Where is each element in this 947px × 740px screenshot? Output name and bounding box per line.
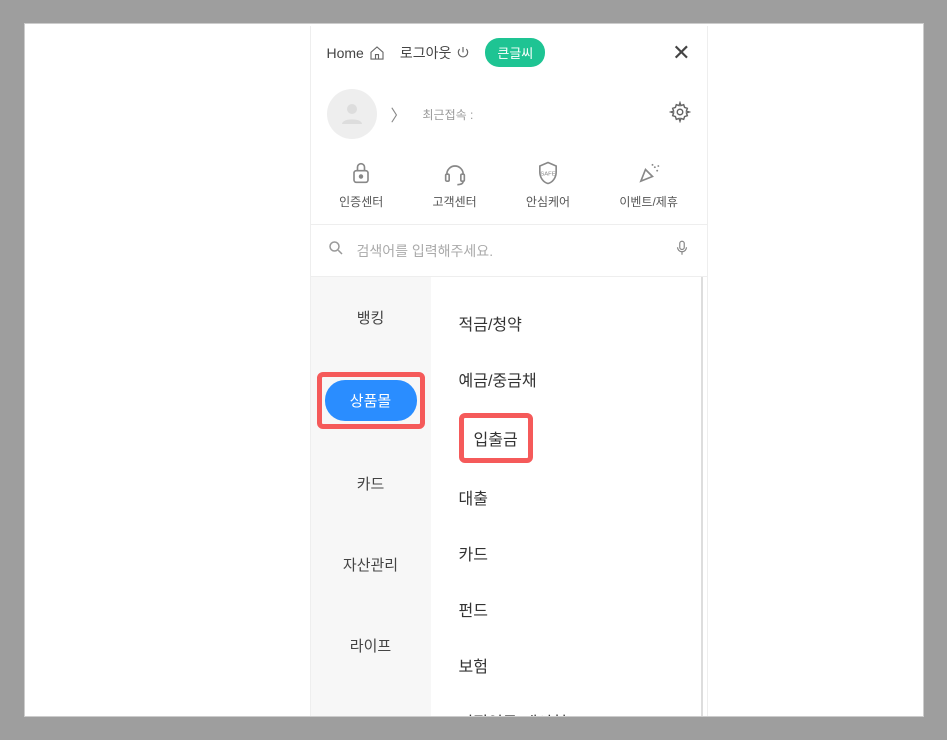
avatar[interactable] <box>327 89 377 139</box>
search-bar <box>311 225 707 277</box>
left-item-product[interactable]: 상품몰 <box>325 380 417 421</box>
left-menu: 뱅킹 상품몰 카드 자산관리 라이프 <box>311 277 431 716</box>
recent-access-label: 최근접속 : <box>423 106 474 123</box>
power-icon <box>455 45 471 61</box>
right-item-irp[interactable]: 퇴직연금(개인형IRP) <box>459 693 701 716</box>
right-item-deposit[interactable]: 예금/중금채 <box>459 351 701 407</box>
safe-label: 안심케어 <box>526 193 570 210</box>
settings-button[interactable] <box>669 101 691 128</box>
mic-button[interactable] <box>673 237 691 264</box>
home-label: Home <box>327 45 364 61</box>
left-item-card[interactable]: 카드 <box>311 443 431 524</box>
lock-icon <box>347 159 375 187</box>
search-input[interactable] <box>357 243 661 259</box>
menu-area: 뱅킹 상품몰 카드 자산관리 라이프 적금/청약 예금/중금채 입출금 대출 카… <box>311 277 703 716</box>
highlight-box-product: 상품몰 <box>317 372 425 429</box>
home-button[interactable]: Home <box>327 44 386 62</box>
auth-label: 인증센터 <box>339 193 383 210</box>
right-item-loan[interactable]: 대출 <box>459 469 701 525</box>
header: Home 로그아웃 큰글씨 ✕ <box>311 26 707 79</box>
right-menu: 적금/청약 예금/중금채 입출금 대출 카드 펀드 보험 퇴직연금(개인형IRP… <box>431 277 701 716</box>
right-item-card[interactable]: 카드 <box>459 525 701 581</box>
avatar-icon <box>337 99 367 129</box>
confetti-icon <box>635 159 663 187</box>
event-button[interactable]: 이벤트/제휴 <box>619 159 678 210</box>
right-item-inout: 입출금 <box>474 432 518 449</box>
profile-row: 〉 최근접속 : <box>311 79 707 153</box>
logout-label: 로그아웃 <box>400 43 452 63</box>
left-item-life[interactable]: 라이프 <box>311 605 431 686</box>
left-item-asset[interactable]: 자산관리 <box>311 524 431 605</box>
right-item-fund[interactable]: 펀드 <box>459 581 701 637</box>
bigfont-button[interactable]: 큰글씨 <box>485 38 545 67</box>
safe-care-button[interactable]: SAFE 안심케어 <box>526 159 570 210</box>
right-item-insurance[interactable]: 보험 <box>459 637 701 693</box>
close-icon[interactable]: ✕ <box>672 40 690 66</box>
left-item-product-highlight: 상품몰 <box>311 358 431 443</box>
support-center-button[interactable]: 고객센터 <box>433 159 477 210</box>
right-item-inout-highlight[interactable]: 입출금 <box>459 413 533 463</box>
gear-icon <box>669 101 691 123</box>
quick-menu: 인증센터 고객센터 SAFE 안심케어 <box>311 153 707 225</box>
search-icon <box>327 239 345 262</box>
left-item-banking[interactable]: 뱅킹 <box>311 277 431 358</box>
logout-button[interactable]: 로그아웃 <box>400 43 472 63</box>
chevron-right-icon[interactable]: 〉 <box>391 102 407 126</box>
support-label: 고객센터 <box>433 193 477 210</box>
right-item-savings[interactable]: 적금/청약 <box>459 295 701 351</box>
auth-center-button[interactable]: 인증센터 <box>339 159 383 210</box>
shield-icon: SAFE <box>534 159 562 187</box>
event-label: 이벤트/제휴 <box>619 193 678 210</box>
outer-frame: Home 로그아웃 큰글씨 ✕ <box>24 23 924 717</box>
phone-screen: Home 로그아웃 큰글씨 ✕ <box>310 26 708 716</box>
mic-icon <box>673 237 691 259</box>
headset-icon <box>441 159 469 187</box>
svg-text:SAFE: SAFE <box>540 171 555 177</box>
home-icon <box>368 44 386 62</box>
